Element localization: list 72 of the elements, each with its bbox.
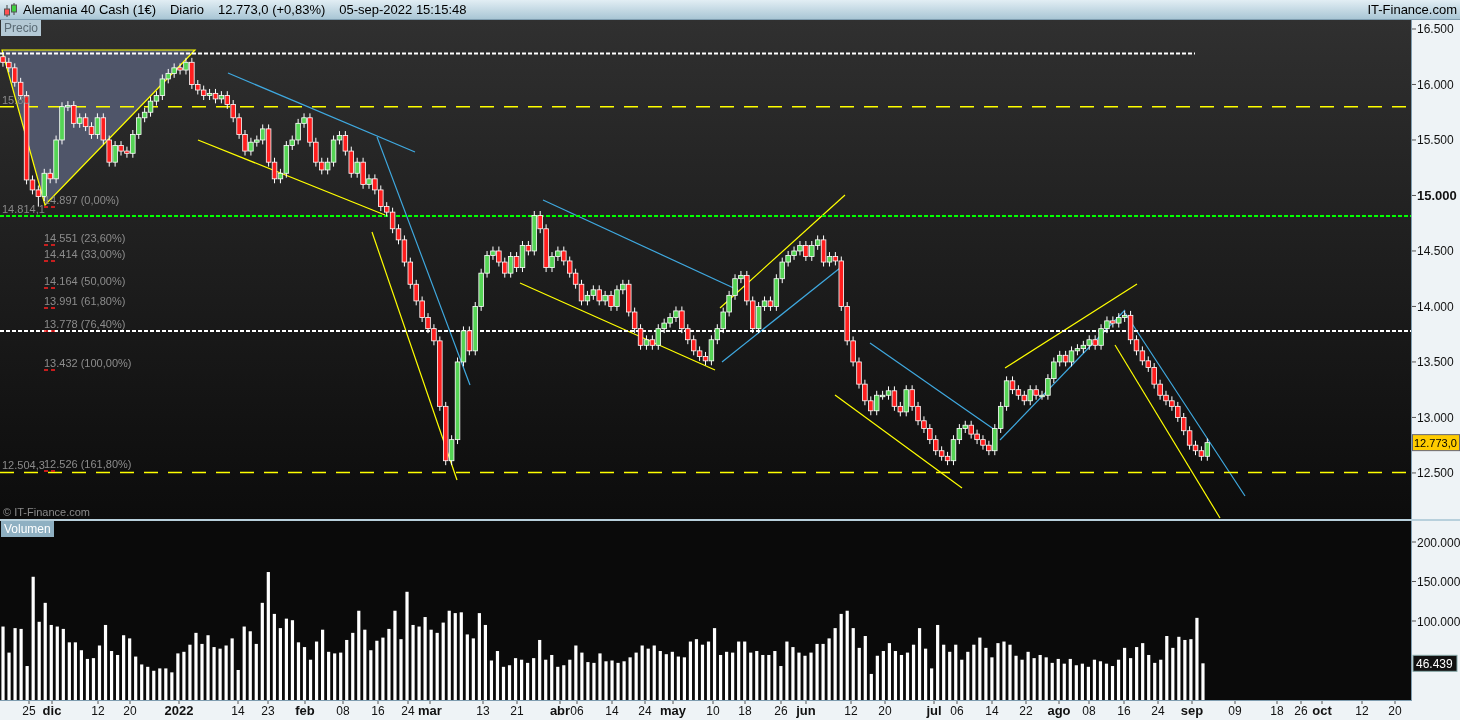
axis-tick-label: 16.000 [1417,78,1454,92]
axis-tick-label: 18 [1270,704,1284,718]
axis-tick-label: sep [1180,703,1204,718]
axis-tick-label: 2022 [164,703,194,718]
axis-tick-label: 150.000 [1417,575,1460,589]
copyright-label: © IT-Finance.com [3,506,90,518]
pane-tab[interactable]: Precio [1,20,41,36]
fibonacci-label: 12.526 (161,80%) [44,458,132,470]
axis-tick-label: abr [549,703,571,718]
pane-tab[interactable]: Volumen [1,521,54,537]
axis-tick-label: mar [418,703,442,718]
axis-tick-label: 09 [1228,704,1242,718]
axis-tick-label: 13.000 [1417,410,1454,425]
axis-tick-label: oct [1312,703,1332,718]
axis-tick-label: may [660,703,686,718]
axis-tick-label: jun [796,703,816,718]
axis-tick-label: 200.000 [1417,535,1460,550]
axis-tick-label: 24 [638,704,652,718]
axis-tick-label: 24 [1151,704,1165,718]
axis-tick-label: 26 [1294,704,1308,718]
axis-tick-label: 14 [605,704,619,718]
instrument-name: Alemania 40 Cash (1€) [23,0,156,19]
axis-tick-label: 12 [1355,704,1369,718]
axis-tick-label: 10 [706,704,720,718]
axis-tick-label: 15.000 [1417,187,1457,203]
axis-tick-label: 08 [1082,704,1096,718]
level-label: 14.814,1 [2,203,45,216]
axis-tick-label: 14.500 [1417,244,1454,259]
axis-tick-label: 08 [336,704,350,718]
axis-tick-label: 100.000 [1417,614,1460,629]
axis-tick-label: 24 [401,704,415,718]
axis-tick-label: 26 [774,704,788,718]
axis-tick-label: dic [42,703,62,718]
fibonacci-label: 13.778 (76,40%) [44,318,126,330]
axis-tick-label: 14.000 [1417,299,1454,314]
axis-tick-label: 06 [570,704,584,718]
fibonacci-label: 14.164 (50,00%) [44,275,126,287]
fibonacci-label: 13.991 (61,80%) [44,295,126,307]
axis-tick-label: 20 [878,704,892,718]
axis-tick-label: ago [1047,703,1071,718]
brand-label: IT-Finance.com [1367,0,1457,19]
axis-tick-label: 18 [738,704,752,718]
fibonacci-label: 14.551 (23,60%) [44,232,126,244]
fibonacci-label: 13.432 (100,00%) [44,357,132,369]
axis-tick-label: 16 [1117,704,1131,718]
level-label: 12.504,3 [2,459,45,472]
axis-tick-label: 06 [950,704,964,718]
last-price-badge: 12.773,0 [1412,434,1460,452]
axis-tick-label: 12 [91,704,105,718]
axis-tick-label: feb [295,703,315,718]
axis-tick-label: 22 [1019,704,1033,718]
axis-tick-label: 20 [123,704,137,718]
level-label: 15.80 [2,93,30,106]
axis-tick-label: 13.500 [1417,355,1454,370]
axis-tick-label: 16.500 [1417,22,1454,37]
last-volume-badge: 46.439 [1412,654,1458,672]
axis-tick-label: 23 [261,704,275,718]
axis-tick-label: jul [926,703,942,718]
axis-tick-label: 20 [1388,704,1402,718]
date-time: 05-sep-2022 15:15:48 [339,0,467,19]
fibonacci-label: 14.414 (33,00%) [44,248,126,260]
axis-tick-label: 16 [371,704,385,718]
axis-tick-label: 13 [476,704,490,718]
axis-tick-label: 15.500 [1417,133,1454,148]
axis-tick-label: 14 [231,704,245,718]
axis-tick-label: 25 [22,704,36,718]
axis-tick-label: 12.500 [1417,466,1454,481]
axis-tick-label: 21 [510,704,524,718]
price-quote: 12.773,0 (+0,83%) [217,0,326,19]
axis-tick-label: 12 [844,704,858,718]
axis-tick-label: 14 [985,704,999,718]
period-label: Diario [169,0,204,19]
